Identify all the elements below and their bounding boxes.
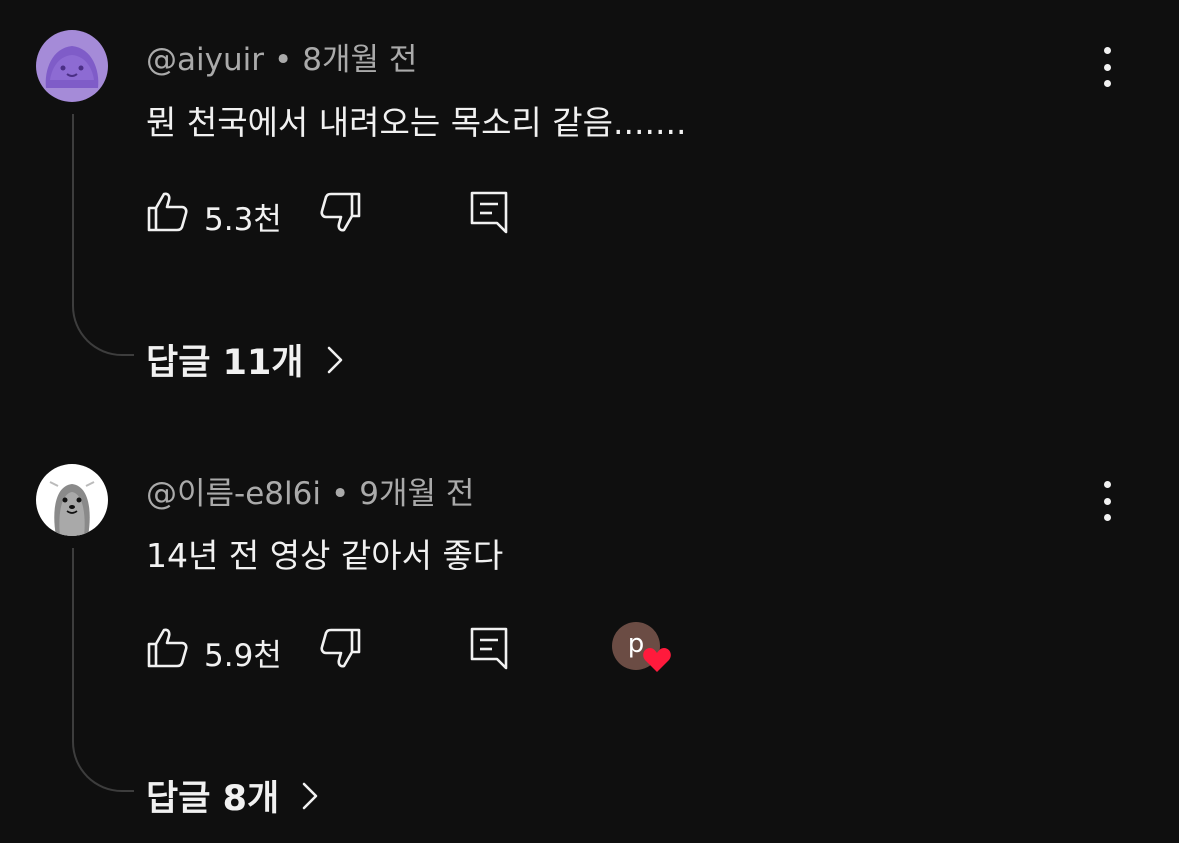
author-name[interactable]: @aiyuir — [146, 42, 264, 78]
author-name[interactable]: @이름-e8l6i — [146, 476, 321, 512]
more-options-button[interactable] — [1094, 481, 1120, 521]
replies-toggle[interactable]: 답글 8개 — [146, 770, 319, 821]
chevron-right-icon — [327, 346, 342, 373]
creator-heart-badge: p — [612, 622, 674, 678]
comment-actions: 5.3천 — [146, 190, 706, 238]
reply-icon — [470, 627, 508, 670]
chevron-right-icon — [302, 782, 318, 809]
avatar[interactable] — [36, 464, 108, 536]
white-seal-avatar-icon — [36, 464, 108, 536]
reply-button[interactable] — [468, 626, 512, 670]
heart-icon — [643, 648, 671, 672]
replies-label: 답글 8개 — [146, 779, 280, 819]
kebab-dot — [1103, 47, 1111, 54]
comment-meta: @aiyuir • 8개월 전 — [146, 34, 417, 79]
reply-icon — [470, 191, 508, 234]
comment-time: 8개월 전 — [302, 42, 418, 78]
dislike-button[interactable] — [318, 190, 362, 234]
meta-separator: • — [273, 42, 293, 78]
kebab-dot — [1103, 497, 1111, 505]
like-count: 5.9천 — [204, 638, 282, 674]
kebab-dot — [1103, 63, 1111, 71]
thumbs-down-icon — [320, 628, 361, 668]
more-options-button[interactable] — [1094, 47, 1120, 87]
kebab-dot — [1103, 481, 1111, 488]
comment-actions: 5.9천 p — [146, 622, 706, 674]
thumbs-up-icon — [147, 192, 188, 232]
like-count: 5.3천 — [204, 202, 282, 238]
replies-toggle[interactable]: 답글 11개 — [146, 334, 344, 385]
thread-line — [72, 114, 134, 356]
thumbs-down-icon — [320, 192, 361, 232]
like-button[interactable] — [146, 190, 190, 234]
meta-separator: • — [330, 476, 350, 512]
dislike-button[interactable] — [318, 626, 362, 670]
thread-line — [72, 548, 134, 792]
comment-text: 14년 전 영상 같아서 좋다 — [146, 536, 504, 575]
comment-meta: @이름-e8l6i • 9개월 전 — [146, 468, 474, 513]
reply-button[interactable] — [468, 190, 512, 234]
avatar[interactable] — [36, 30, 108, 102]
kebab-dot — [1103, 80, 1111, 87]
replies-label: 답글 11개 — [146, 343, 304, 383]
like-button[interactable] — [146, 626, 190, 670]
purple-blob-avatar-icon — [36, 30, 108, 102]
comment-text: 뭔 천국에서 내려오는 목소리 같음....... — [146, 103, 687, 142]
kebab-dot — [1103, 514, 1111, 521]
comment-time: 9개월 전 — [359, 476, 475, 512]
thumbs-up-icon — [147, 628, 188, 668]
